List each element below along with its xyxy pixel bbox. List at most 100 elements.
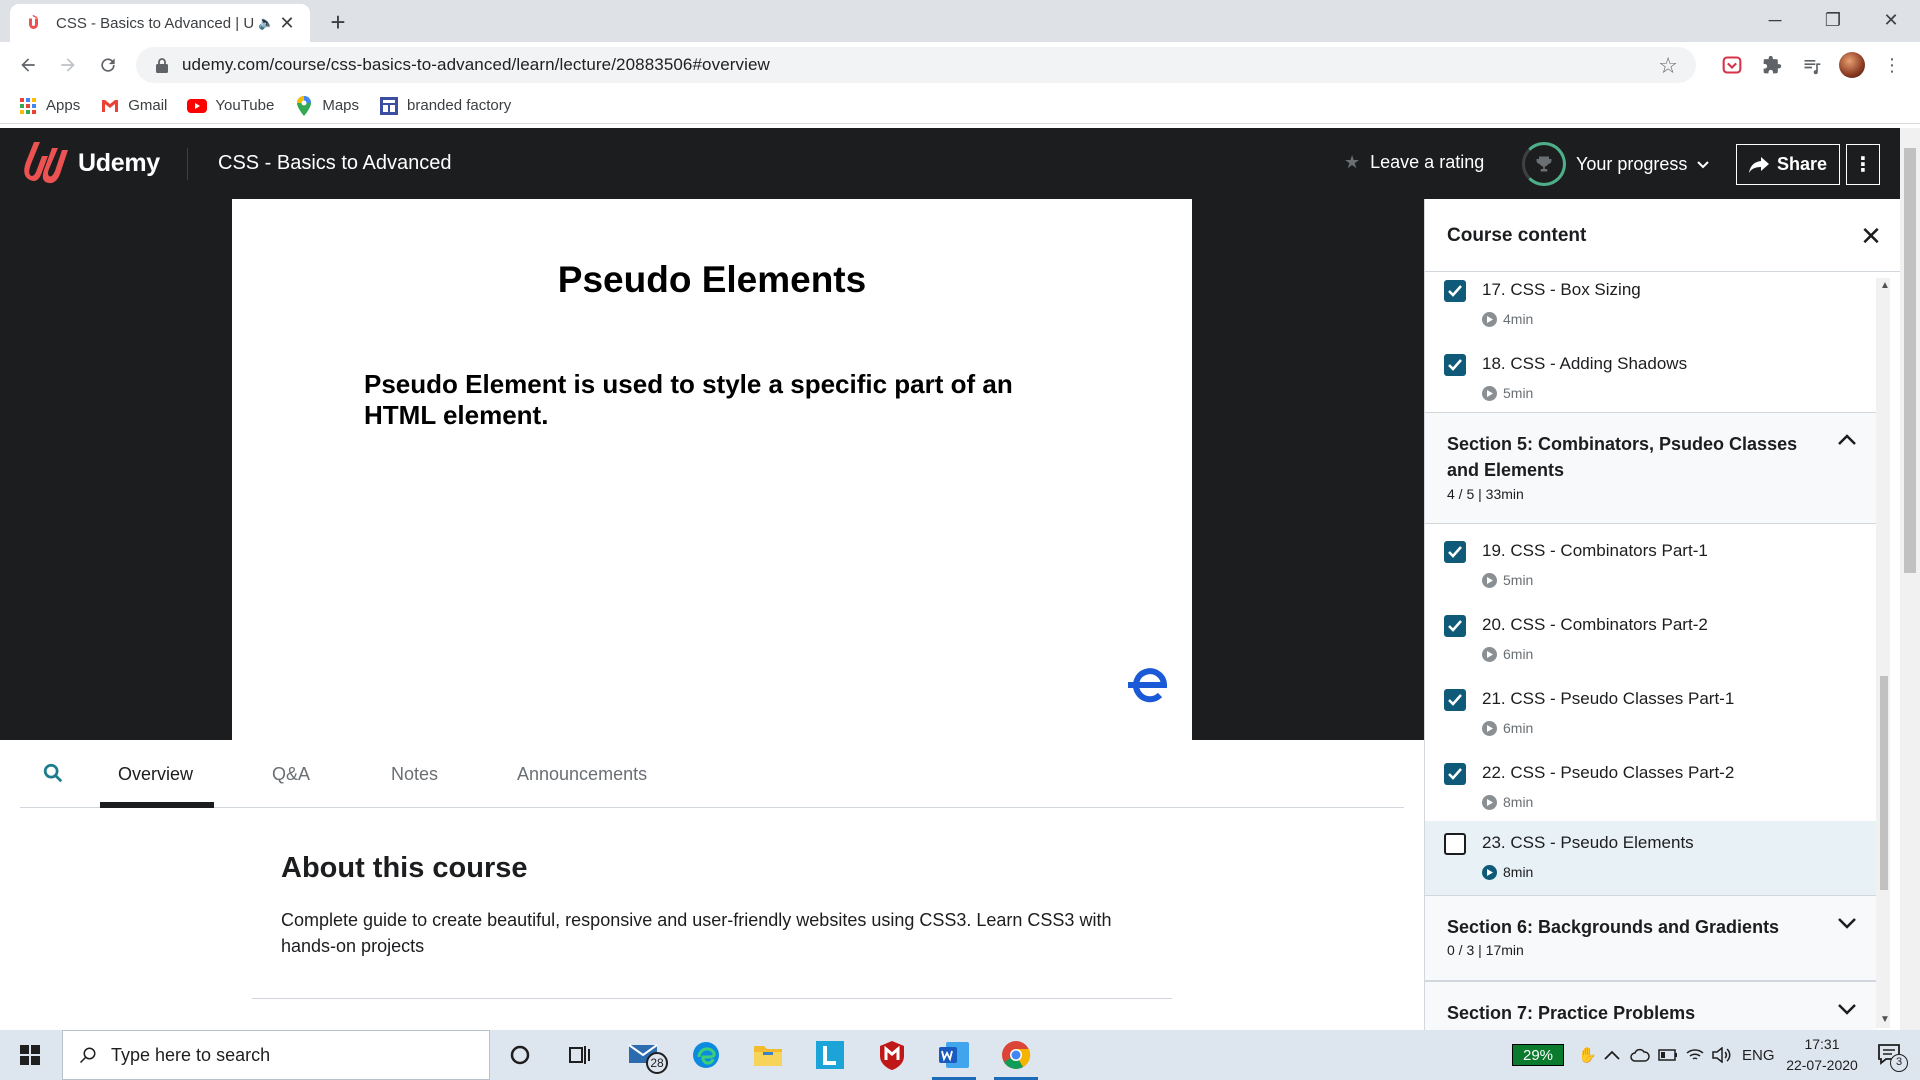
lecture-item[interactable]: 21. CSS - Pseudo Classes Part-1 6min [1425,681,1877,755]
udemy-favicon-icon [24,12,46,34]
close-icon[interactable]: ✕ [1857,221,1885,252]
tray-pen-icon[interactable]: ✋ [1578,1030,1597,1080]
scroll-down-arrow-icon[interactable]: ▼ [1880,1014,1890,1025]
lecture-item[interactable]: 22. CSS - Pseudo Classes Part-2 8min [1425,755,1877,829]
page-scroll-thumb[interactable] [1904,148,1916,573]
taskbar-search-placeholder: Type here to search [111,1044,271,1065]
close-window-button[interactable]: ✕ [1862,0,1920,40]
chevron-down-icon[interactable] [1837,1002,1861,1026]
scroll-up-arrow-icon[interactable]: ▲ [1880,280,1890,291]
checkbox-checked[interactable] [1444,615,1466,637]
section-meta: 0 / 3 | 17min [1447,942,1524,958]
file-explorer-icon[interactable] [740,1030,796,1080]
your-progress-button[interactable]: Your progress [1522,142,1710,186]
tab-overview[interactable]: Overview [118,764,193,785]
search-icon[interactable] [42,762,66,786]
bookmark-branded-factory[interactable]: branded factory [379,96,511,116]
lecture-item[interactable]: 17. CSS - Box Sizing 4min [1425,272,1877,346]
reload-icon[interactable] [92,49,124,81]
task-view-icon[interactable] [552,1030,608,1080]
section-5-header[interactable]: Section 5: Combinators, Psudeo Classes a… [1425,412,1877,524]
section-6-header[interactable]: Section 6: Backgrounds and Gradients 0 /… [1425,895,1877,981]
word-icon[interactable] [926,1030,982,1080]
bookmark-youtube[interactable]: YouTube [187,96,274,116]
volume-icon[interactable] [1712,1030,1732,1080]
profile-avatar[interactable] [1838,51,1866,79]
extensions-puzzle-icon[interactable] [1758,51,1786,79]
sidebar-scroll-thumb[interactable] [1880,676,1888,890]
lecture-slide: Pseudo Elements Pseudo Element is used t… [232,199,1192,740]
notification-center-icon[interactable]: 3 [1866,1030,1914,1080]
battery-indicator[interactable]: 29% [1512,1044,1564,1066]
mcafee-icon[interactable] [864,1030,920,1080]
onedrive-icon[interactable] [1630,1030,1650,1080]
bookmark-apps[interactable]: Apps [18,96,80,116]
chrome-menu-icon[interactable]: ⋮ [1878,51,1906,79]
lecture-item[interactable]: 18. CSS - Adding Shadows 5min [1425,346,1877,420]
clock[interactable]: 17:31 22-07-2020 [1786,1034,1858,1076]
video-player[interactable]: Pseudo Elements Pseudo Element is used t… [0,199,1424,740]
clock-date: 22-07-2020 [1786,1057,1858,1073]
chrome-icon[interactable] [988,1030,1044,1080]
play-icon [1482,720,1497,736]
bookmark-gmail[interactable]: Gmail [100,96,167,116]
mail-icon[interactable]: 28 [616,1030,672,1080]
minimize-button[interactable]: ─ [1746,0,1804,40]
browser-tab[interactable]: CSS - Basics to Advanced | U 🔈 ✕ [10,4,310,42]
share-button[interactable]: Share [1736,144,1840,185]
chevron-up-icon[interactable] [1837,433,1861,457]
lock-icon[interactable] [152,55,172,75]
windows-taskbar: Type here to search 28 29% ✋ ENG 17:31 2… [0,1030,1920,1080]
tab-announcements[interactable]: Announcements [517,764,647,785]
address-bar[interactable]: udemy.com/course/css-basics-to-advanced/… [136,47,1696,83]
section-7-header[interactable]: Section 7: Practice Problems [1425,981,1877,1030]
checkbox-checked[interactable] [1444,763,1466,785]
language-indicator[interactable]: ENG [1742,1030,1775,1080]
cortana-icon[interactable] [492,1030,548,1080]
more-options-icon[interactable]: ⋮ [1846,144,1880,185]
edge-icon[interactable] [678,1030,734,1080]
bookmark-label: Apps [46,97,81,114]
checkbox-checked[interactable] [1444,541,1466,563]
bookmark-maps[interactable]: Maps [294,95,359,116]
checkbox-unchecked[interactable] [1444,833,1466,855]
wifi-icon[interactable] [1686,1030,1704,1080]
tab-notes[interactable]: Notes [391,764,438,785]
taskbar-search-box[interactable]: Type here to search [62,1030,490,1080]
play-icon [1482,794,1497,810]
about-heading: About this course [281,852,528,884]
lecture-item[interactable]: 19. CSS - Combinators Part-1 5min [1425,533,1877,607]
tab-qa[interactable]: Q&A [272,764,310,785]
leave-rating-button[interactable]: ★ Leave a rating [1344,152,1484,173]
tab-close-icon[interactable]: ✕ [276,13,298,34]
back-icon[interactable] [12,49,44,81]
tray-overflow-icon[interactable] [1604,1030,1620,1080]
checkbox-checked[interactable] [1444,354,1466,376]
lecture-item[interactable]: 20. CSS - Combinators Part-2 6min [1425,607,1877,681]
checkbox-checked[interactable] [1444,689,1466,711]
l-app-icon[interactable] [802,1030,858,1080]
windows-start-icon[interactable] [0,1030,60,1080]
udemy-u-icon [24,142,68,184]
tab-audio-icon[interactable]: 🔈 [258,15,274,31]
chevron-down-icon[interactable] [1837,916,1861,940]
maximize-button[interactable]: ❐ [1804,0,1862,40]
e-logo-icon [1128,665,1172,710]
lecture-duration: 8min [1482,864,1533,880]
media-queue-icon[interactable] [1798,51,1826,79]
pocket-extension-icon[interactable] [1718,51,1746,79]
lecture-duration: 4min [1482,311,1533,327]
sidebar-scrollbar[interactable] [1876,278,1890,1028]
course-title[interactable]: CSS - Basics to Advanced [218,152,451,175]
forward-icon[interactable] [52,49,84,81]
battery-tray-icon[interactable] [1658,1030,1678,1080]
new-tab-button[interactable]: + [322,6,354,38]
lecture-item-current[interactable]: 23. CSS - Pseudo Elements 8min [1425,821,1877,895]
udemy-logo[interactable]: Udemy [18,140,160,186]
browser-tab-strip: CSS - Basics to Advanced | U 🔈 ✕ + ─ ❐ ✕ [0,0,1920,42]
lecture-duration: 5min [1482,572,1533,588]
bookmark-star-icon[interactable]: ☆ [1658,53,1678,79]
checkbox-checked[interactable] [1444,280,1466,302]
section-title: Section 7: Practice Problems [1447,1003,1696,1023]
gmail-icon [100,96,120,116]
